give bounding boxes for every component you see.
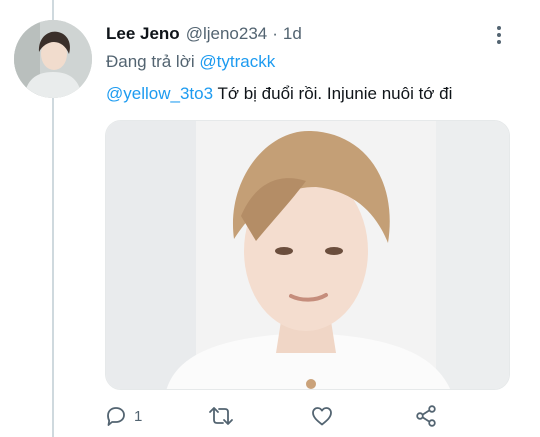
replying-to: Đang trả lời @tytrackk	[106, 52, 275, 72]
retweet-icon	[209, 407, 233, 425]
reply-count: 1	[134, 407, 143, 425]
display-name[interactable]: Lee Jeno	[106, 24, 180, 44]
separator-dot: ·	[272, 24, 278, 43]
user-handle[interactable]: @ljeno234	[186, 24, 268, 44]
tweet-text: @yellow_3to3 Tớ bị đuổi rồi. Injunie nuô…	[106, 84, 452, 104]
like-button[interactable]	[310, 402, 334, 430]
replying-to-label: Đang trả lời	[106, 52, 195, 71]
replying-to-handle[interactable]: @tytrackk	[199, 52, 275, 71]
retweet-button[interactable]	[208, 402, 234, 430]
reply-icon	[107, 407, 125, 426]
share-icon	[416, 405, 436, 427]
timestamp[interactable]: 1d	[283, 24, 302, 44]
tweet-media-image[interactable]	[105, 120, 510, 390]
tweet-body: Tớ bị đuổi rồi. Injunie nuôi tớ đi	[217, 84, 453, 103]
avatar-photo	[14, 20, 92, 98]
more-options-icon[interactable]	[488, 24, 510, 46]
share-button[interactable]	[414, 402, 438, 430]
tweet-actions: 1	[104, 402, 444, 430]
heart-icon	[312, 407, 332, 426]
media-photo	[106, 121, 509, 389]
reply-button[interactable]: 1	[104, 402, 142, 430]
tweet-header: Lee Jeno @ljeno234 · 1d	[106, 24, 302, 46]
avatar[interactable]	[14, 20, 92, 98]
mention-link[interactable]: @yellow_3to3	[106, 84, 213, 103]
